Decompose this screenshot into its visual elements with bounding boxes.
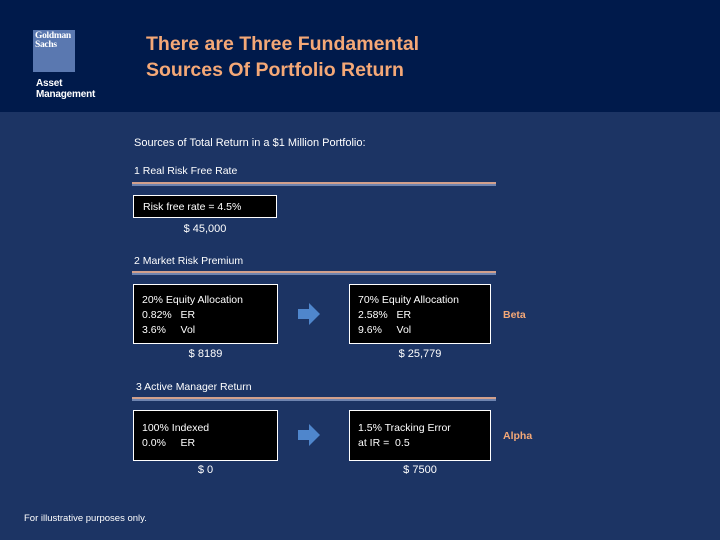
footnote: For illustrative purposes only. [24,513,147,524]
box-line: 9.6% Vol [358,324,412,336]
header: Goldman Sachs Asset Management There are… [0,0,720,112]
section-label-active-manager: 3 Active Manager Return [136,381,252,393]
section-divider [132,397,496,401]
box-line: Risk free rate = 4.5% [143,201,242,213]
tracking-error-box: 1.5% Tracking Error at IR = 0.5 [349,410,491,461]
logo-subtitle: Asset Management [36,78,95,100]
page-title: There are Three Fundamental Sources Of P… [146,31,419,83]
title-line2: Sources Of Portfolio Return [146,59,404,81]
beta-label: Beta [503,309,526,321]
equity-70-amount: $ 25,779 [398,348,442,360]
equity-70-box: 70% Equity Allocation 2.58% ER 9.6% Vol [349,284,491,344]
box-line: 20% Equity Allocation [142,294,243,306]
section-label-risk-free: 1 Real Risk Free Rate [134,165,238,177]
box-line: 1.5% Tracking Error [358,422,451,434]
box-line: 0.0% ER [142,437,196,449]
logo-sub1: Asset [36,78,63,89]
logo-line2: Sachs [35,40,57,50]
goldman-sachs-logo: Goldman Sachs [33,30,75,72]
equity-20-amount: $ 8189 [188,348,223,360]
intro-text: Sources of Total Return in a $1 Million … [134,137,366,149]
logo-sub2: Management [36,89,96,100]
box-line: at IR = 0.5 [358,437,410,449]
equity-20-box: 20% Equity Allocation 0.82% ER 3.6% Vol [133,284,278,344]
risk-free-amount: $ 45,000 [183,223,227,235]
arrow-right-icon [298,303,320,325]
box-line: 2.58% ER [358,309,412,321]
arrow-right-icon [298,424,320,446]
alpha-label: Alpha [503,430,533,442]
risk-free-box: Risk free rate = 4.5% [133,195,277,218]
indexed-amount: $ 0 [197,464,214,476]
section-label-market-risk: 2 Market Risk Premium [134,255,244,267]
box-line: 3.6% Vol [142,324,196,336]
title-line1: There are Three Fundamental [146,33,420,55]
box-line: 100% Indexed [142,422,210,434]
box-line: 0.82% ER [142,309,196,321]
box-line: 70% Equity Allocation [358,294,459,306]
logo-text: Goldman Sachs [35,31,71,50]
section-divider [132,182,496,186]
indexed-box: 100% Indexed 0.0% ER [133,410,278,461]
tracking-error-amount: $ 7500 [403,464,437,476]
section-divider [132,271,496,275]
